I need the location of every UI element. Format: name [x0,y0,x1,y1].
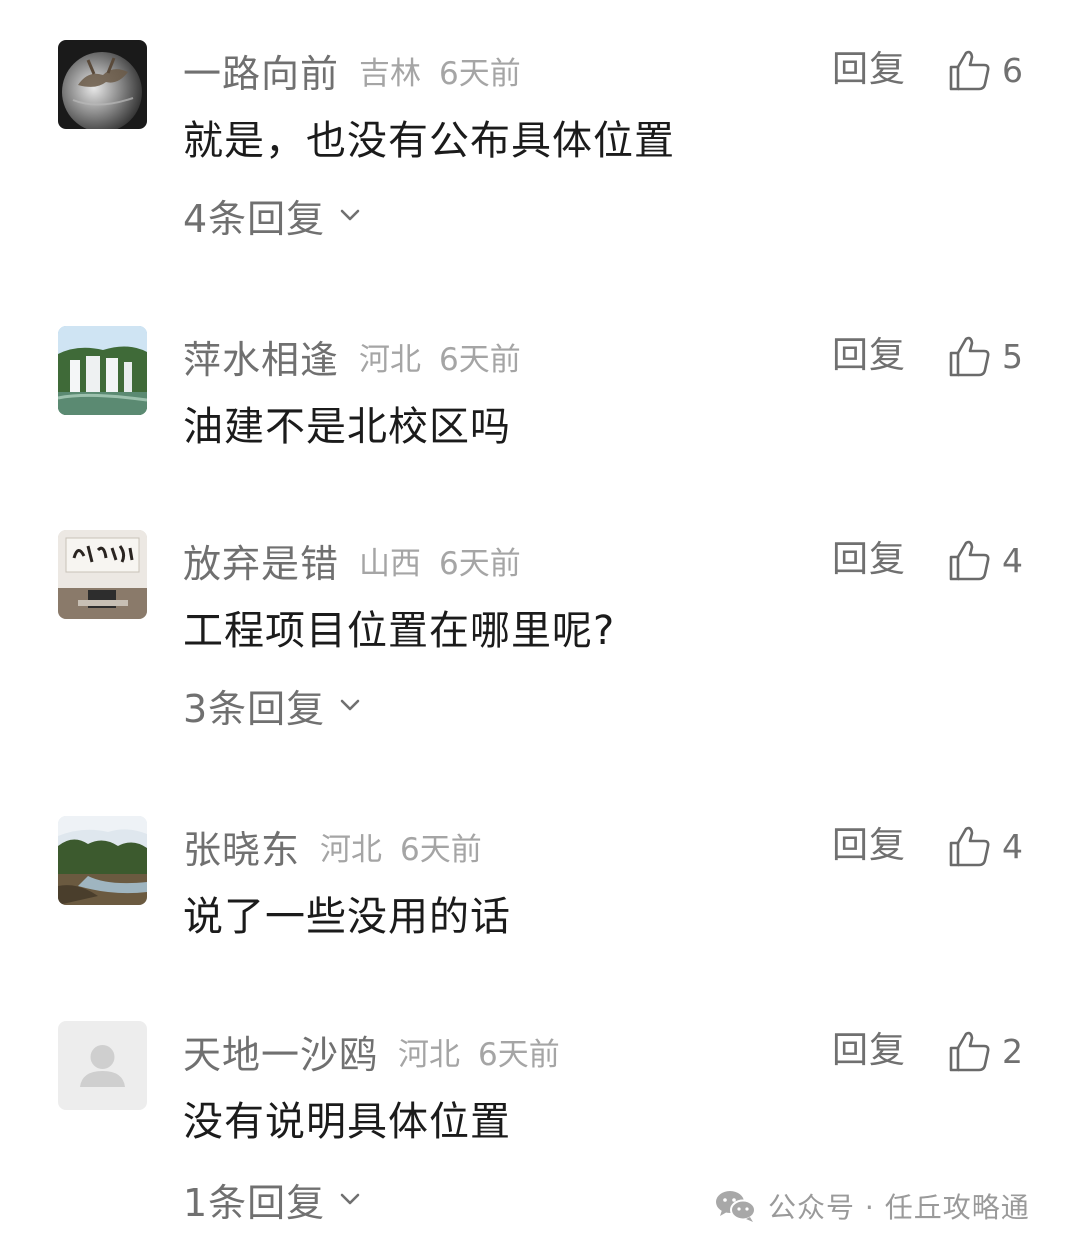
reply-button[interactable]: 回复 [832,1021,906,1081]
comment-region: 河北 [398,1036,461,1073]
comment-region: 河北 [320,831,383,868]
default-user-avatar-icon [58,1021,147,1110]
thumbs-up-icon [949,540,990,581]
user-avatar[interactable] [58,1021,147,1110]
view-replies-button[interactable]: 1条回复 [183,1169,363,1229]
chevron-down-icon [340,1193,360,1205]
user-avatar[interactable] [58,816,147,905]
user-avatar[interactable] [58,40,147,129]
like-count: 4 [1002,540,1023,580]
comment-username[interactable]: 放弃是错 [183,533,339,588]
comment-time: 6天前 [439,55,521,92]
reply-button[interactable]: 回复 [832,326,906,386]
like-count: 6 [1002,50,1023,90]
comment-text: 工程项目位置在哪里呢? [183,608,616,654]
comment-meta: 一路向前 吉林 6天前 [183,40,521,100]
chevron-down-icon [340,209,360,221]
office-calligraphy-avatar-icon [58,530,147,619]
like-count: 4 [1002,826,1023,866]
view-replies-button[interactable]: 4条回复 [183,185,363,245]
like-button[interactable]: 6 [946,40,1023,100]
reply-button[interactable]: 回复 [832,816,906,876]
view-replies-label: 1条回复 [183,1180,326,1225]
comment-username[interactable]: 一路向前 [183,43,339,98]
view-replies-button[interactable]: 3条回复 [183,675,363,735]
comment-time: 6天前 [439,341,521,378]
comment-region: 山西 [359,545,422,582]
like-button[interactable]: 2 [946,1021,1023,1081]
like-count: 5 [1002,336,1023,376]
watermark: 公众号 · 任丘攻略通 [714,1180,1030,1232]
like-button[interactable]: 5 [946,326,1023,386]
thumbs-up-icon [949,1031,990,1072]
wechat-icon [716,1191,756,1222]
river-landscape-avatar-icon [58,816,147,905]
view-replies-label: 3条回复 [183,686,326,731]
watermark-text: 公众号 · 任丘攻略通 [768,1191,1030,1224]
comment-text: 就是，也没有公布具体位置 [183,118,675,164]
comment-meta: 放弃是错 山西 6天前 [183,530,521,590]
comment-time: 6天前 [400,831,482,868]
chevron-down-icon [340,699,360,711]
comment-region: 河北 [359,341,422,378]
comment-text: 油建不是北校区吗 [183,404,511,450]
view-replies-label: 4条回复 [183,196,326,241]
reply-button[interactable]: 回复 [832,530,906,590]
like-button[interactable]: 4 [946,530,1023,590]
like-button[interactable]: 4 [946,816,1023,876]
comment-meta: 张晓东 河北 6天前 [183,816,482,876]
comment-text: 没有说明具体位置 [183,1099,511,1145]
comment-time: 6天前 [439,545,521,582]
comment-region: 吉林 [359,55,422,92]
thumbs-up-icon [949,336,990,377]
thumbs-up-icon [949,826,990,867]
comment-meta: 天地一沙鸥 河北 6天前 [183,1021,560,1081]
comment-username[interactable]: 天地一沙鸥 [183,1024,378,1079]
like-count: 2 [1002,1031,1023,1071]
user-avatar[interactable] [58,326,147,415]
comment-time: 6天前 [478,1036,560,1073]
reply-button[interactable]: 回复 [832,40,906,100]
comment-username[interactable]: 萍水相逢 [183,329,339,384]
comment-text: 说了一些没用的话 [183,894,511,940]
comment-username[interactable]: 张晓东 [183,819,300,874]
thumbs-up-icon [949,50,990,91]
user-avatar[interactable] [58,530,147,619]
waterfall-avatar-icon [58,326,147,415]
globe-lobster-avatar-icon [58,40,147,129]
comment-meta: 萍水相逢 河北 6天前 [183,326,521,386]
